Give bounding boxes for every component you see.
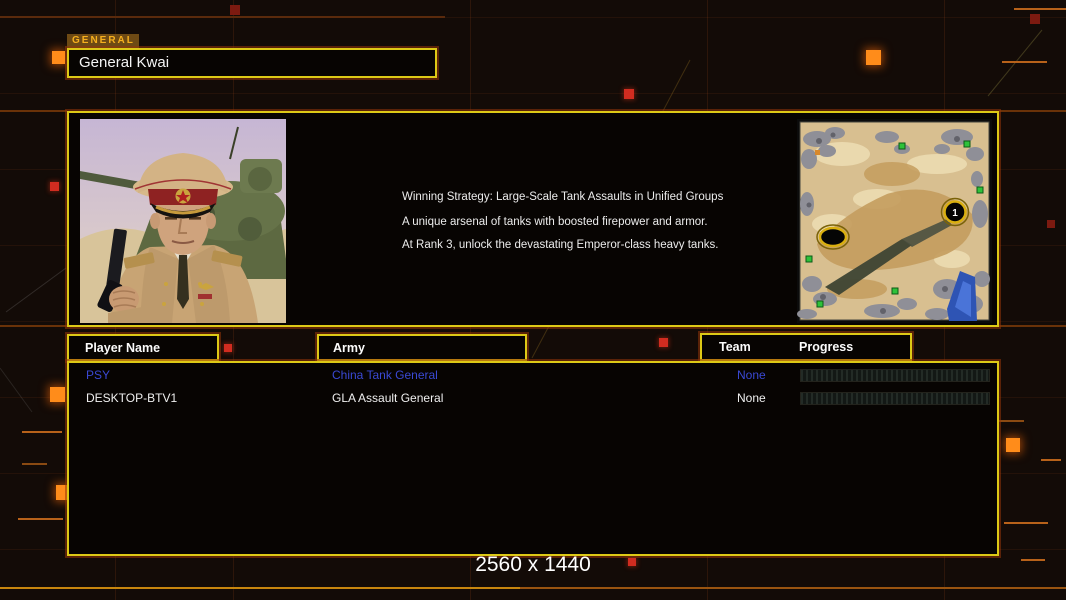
accent-square (866, 50, 881, 65)
header-player-name-label: Player Name (85, 341, 161, 355)
loading-screen: GENERAL General Kwai Winning Strategy: L… (0, 0, 1066, 600)
header-team-progress: Team Progress (700, 333, 912, 361)
accent-line (22, 463, 47, 465)
accent-square (1030, 14, 1040, 24)
accent-line (0, 587, 520, 589)
general-tab-label: GENERAL (67, 34, 139, 48)
selected-general-name: General Kwai (79, 54, 170, 71)
general-portrait (80, 119, 286, 323)
accent-line (18, 518, 63, 520)
header-player-name: Player Name (67, 334, 219, 361)
accent-line (0, 325, 67, 327)
header-army: Army (317, 334, 527, 361)
accent-line (22, 431, 62, 433)
header-progress-label: Progress (799, 340, 854, 354)
map-start-marker-label: 1 (952, 208, 958, 219)
accent-square (624, 89, 634, 99)
accent-square (50, 182, 59, 191)
strategy-line-1: Winning Strategy: Large-Scale Tank Assau… (402, 191, 724, 203)
accent-line (999, 110, 1066, 112)
accent-square (1047, 220, 1055, 228)
progress-bar (800, 392, 990, 405)
team-cell: None (737, 391, 766, 405)
team-cell: None (737, 368, 766, 382)
player-name-cell: DESKTOP-BTV1 (86, 391, 178, 405)
accent-square (230, 5, 240, 15)
map-preview: 1 (797, 119, 992, 323)
accent-line (1004, 522, 1048, 524)
accent-square (1006, 438, 1020, 452)
accent-square (659, 338, 668, 347)
accent-line (1041, 459, 1061, 461)
progress-bar (800, 369, 990, 382)
selected-general-box: General Kwai (67, 48, 437, 78)
army-cell: GLA Assault General (332, 391, 444, 405)
accent-square (50, 387, 65, 402)
resolution-label: 2560 x 1440 (475, 553, 591, 576)
accent-line (1014, 8, 1066, 10)
player-name-cell: PSY (86, 368, 111, 382)
header-army-label: Army (333, 341, 365, 355)
header-team-label: Team (719, 340, 751, 354)
strategy-line-3: At Rank 3, unlock the devastating Empero… (402, 239, 719, 251)
accent-line (0, 16, 445, 18)
strategy-line-2: A unique arsenal of tanks with boosted f… (402, 216, 708, 228)
accent-square (52, 51, 65, 64)
player-list-panel: PSY China Tank General None DESKTOP-BTV1… (67, 361, 999, 556)
accent-line (999, 325, 1066, 327)
general-info-panel: Winning Strategy: Large-Scale Tank Assau… (67, 111, 999, 327)
army-cell: China Tank General (332, 368, 438, 382)
accent-line (0, 110, 67, 112)
accent-square (224, 344, 232, 352)
accent-line (1002, 61, 1047, 63)
